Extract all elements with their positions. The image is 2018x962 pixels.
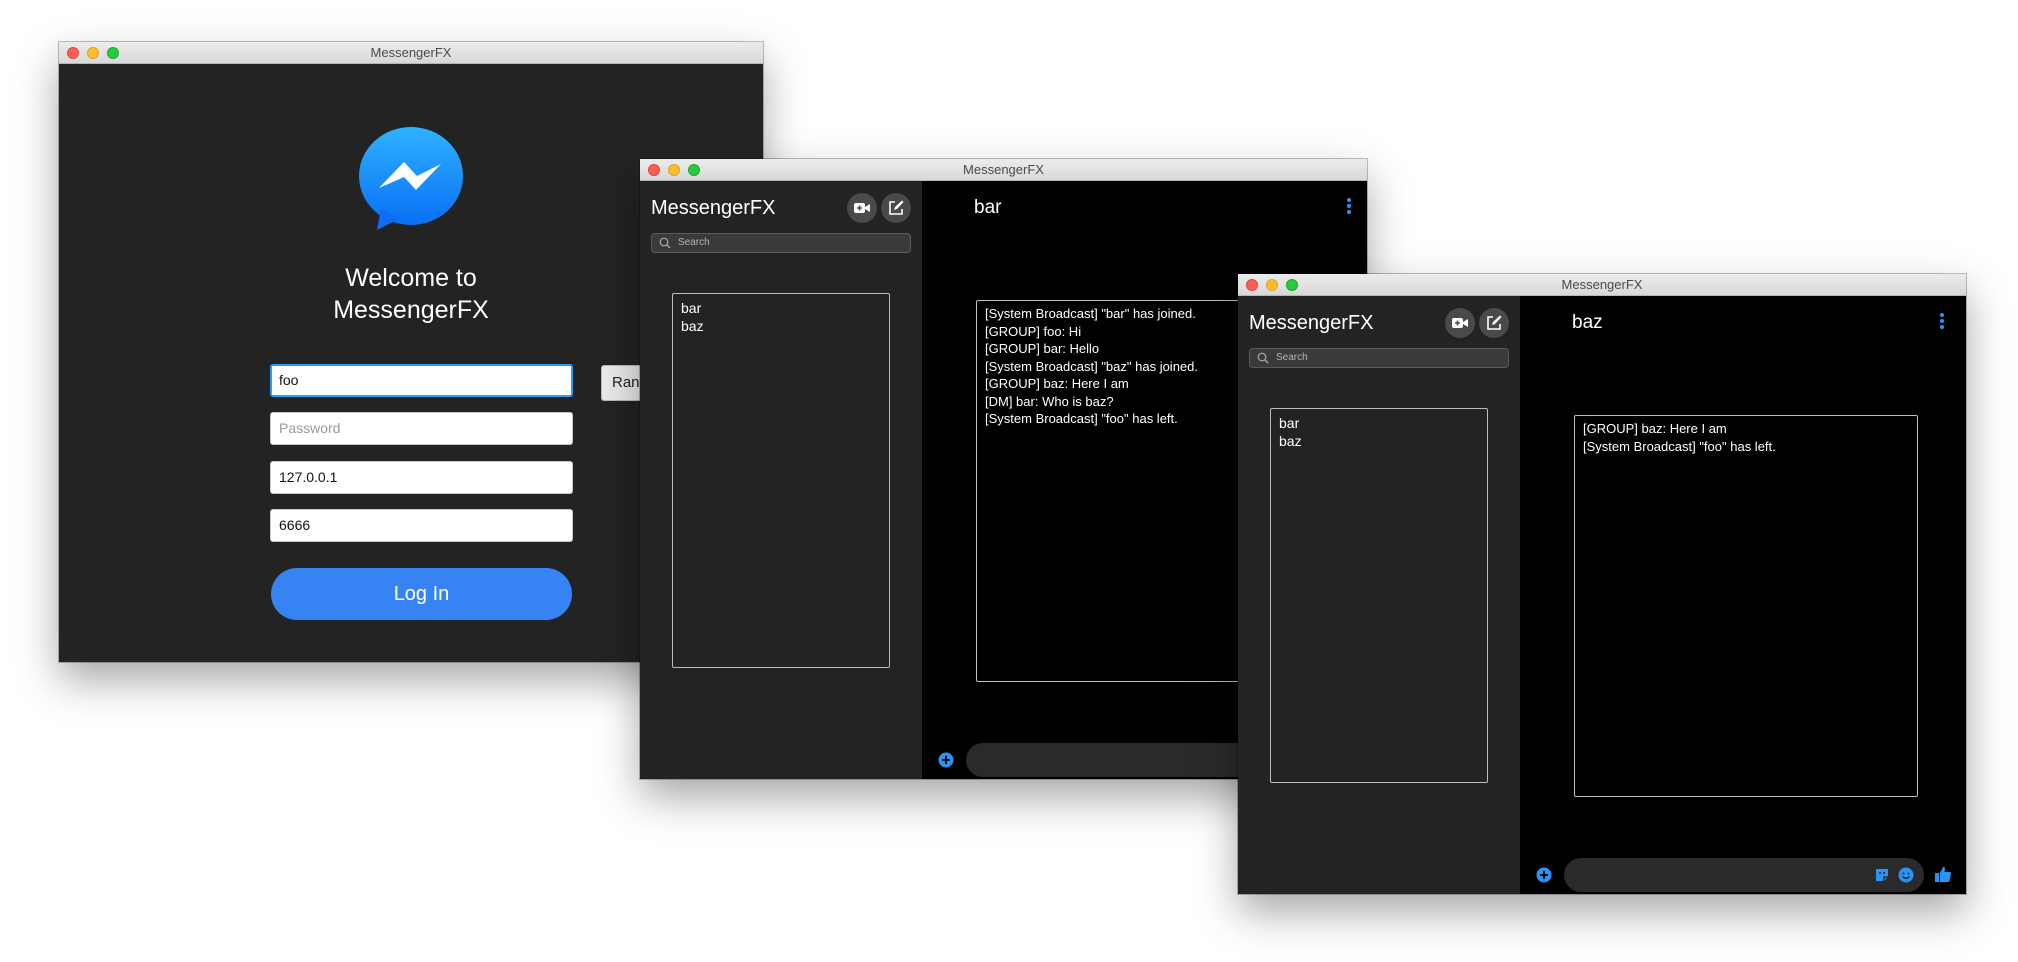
user-list[interactable]: bar baz: [1270, 408, 1488, 783]
video-call-icon: [854, 203, 870, 213]
chat-window-baz-titlebar: MessengerFX: [1238, 274, 1966, 296]
minimize-window-button[interactable]: [1266, 279, 1278, 291]
close-window-button[interactable]: [67, 47, 79, 59]
user-list-item[interactable]: bar: [681, 299, 881, 317]
chat-header-name: baz: [1572, 312, 1603, 333]
app-title: MessengerFX: [651, 197, 776, 219]
sticker-icon[interactable]: [1874, 867, 1890, 883]
username-field[interactable]: foo: [270, 364, 573, 397]
chat-header-name: bar: [974, 197, 1002, 218]
app-title: MessengerFX: [1249, 312, 1374, 334]
add-circle-icon[interactable]: [938, 752, 954, 768]
search-placeholder: Search: [678, 237, 710, 248]
video-call-button[interactable]: [1445, 308, 1475, 338]
video-call-button[interactable]: [847, 193, 877, 223]
video-call-icon: [1452, 318, 1468, 328]
compose-button[interactable]: [881, 193, 911, 223]
compose-icon: [889, 200, 904, 215]
user-list-item[interactable]: baz: [681, 317, 881, 335]
search-icon: [659, 237, 671, 249]
sidebar: MessengerFX Search bar baz: [640, 181, 922, 779]
window-title: MessengerFX: [963, 162, 1044, 177]
port-field[interactable]: 6666: [270, 509, 573, 542]
add-circle-icon[interactable]: [1536, 867, 1552, 883]
window-title: MessengerFX: [1561, 277, 1643, 292]
sidebar: MessengerFX Search bar baz: [1238, 296, 1520, 894]
chat-window-baz: MessengerFX MessengerFX Search bar baz b…: [1238, 274, 1966, 894]
minimize-window-button[interactable]: [87, 47, 99, 59]
chat-window-bar-titlebar: MessengerFX: [640, 159, 1367, 181]
messenger-logo-icon: [359, 127, 463, 230]
compose-icon: [1487, 315, 1502, 330]
login-button[interactable]: Log In: [271, 568, 572, 620]
host-field[interactable]: 127.0.0.1: [270, 461, 573, 494]
login-window-titlebar: MessengerFX: [59, 42, 763, 64]
user-list-item[interactable]: baz: [1279, 432, 1479, 450]
message-line: [GROUP] baz: Here I am: [1583, 421, 1727, 436]
minimize-window-button[interactable]: [668, 164, 680, 176]
search-field[interactable]: Search: [651, 233, 911, 253]
message-line: [System Broadcast] "foo" has left.: [1583, 438, 1776, 454]
password-placeholder: Password: [279, 420, 341, 436]
close-window-button[interactable]: [648, 164, 660, 176]
search-icon: [1257, 352, 1269, 364]
message-input[interactable]: [1564, 858, 1924, 892]
close-window-button[interactable]: [1246, 279, 1258, 291]
search-field[interactable]: Search: [1249, 348, 1509, 368]
compose-button[interactable]: [1479, 308, 1509, 338]
search-placeholder: Search: [1276, 352, 1308, 363]
message-log: [GROUP] baz: Here I am [System Broadcast…: [1574, 415, 1918, 797]
password-field[interactable]: Password: [270, 412, 573, 445]
more-vert-icon[interactable]: [1937, 313, 1947, 329]
chat-pane: baz [GROUP] baz: Here I am [System Broad…: [1520, 296, 1966, 894]
more-vert-icon[interactable]: [1344, 198, 1354, 214]
zoom-window-button[interactable]: [688, 164, 700, 176]
user-list[interactable]: bar baz: [672, 293, 890, 668]
thumbs-up-icon[interactable]: [1934, 865, 1952, 883]
zoom-window-button[interactable]: [107, 47, 119, 59]
emoji-icon[interactable]: [1898, 867, 1914, 883]
window-title: MessengerFX: [370, 45, 452, 60]
user-list-item[interactable]: bar: [1279, 414, 1479, 432]
zoom-window-button[interactable]: [1286, 279, 1298, 291]
